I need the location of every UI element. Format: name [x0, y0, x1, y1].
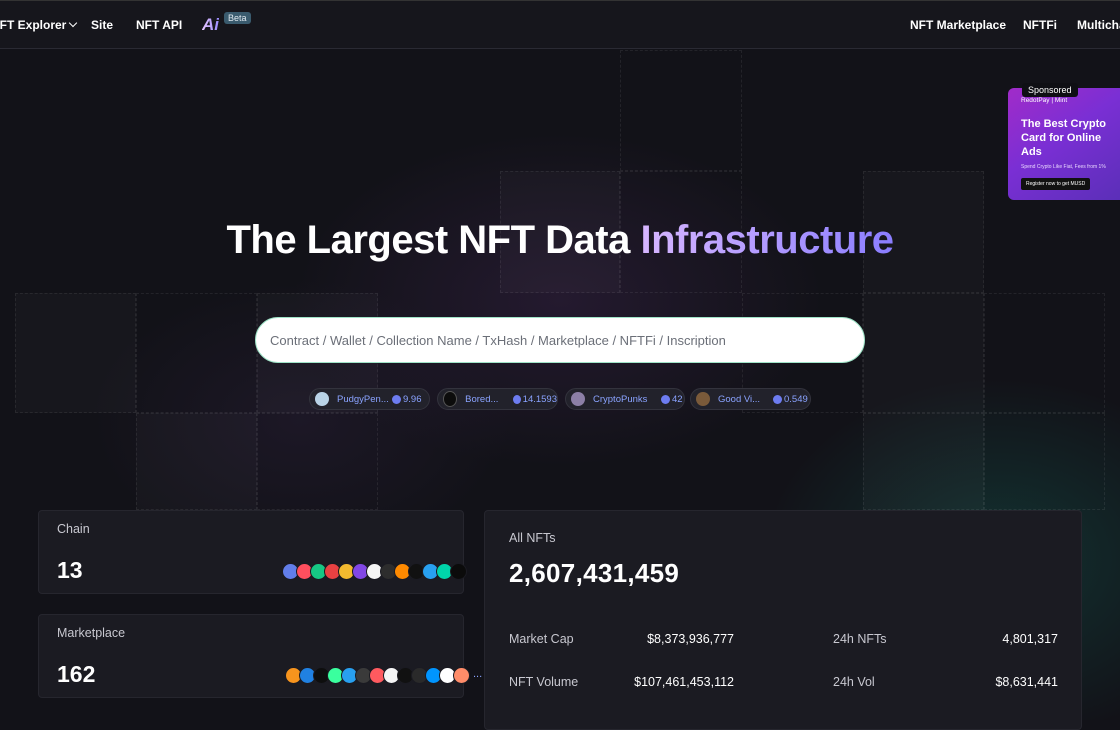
- collection-name: CryptoPunks: [593, 393, 648, 405]
- collection-avatar-icon: [571, 392, 585, 406]
- nft-volume-label: NFT Volume: [509, 675, 579, 689]
- logo-icon: [450, 563, 467, 580]
- vol-24h-label: 24h Vol: [833, 675, 875, 689]
- vol-24h-value: $8,631,441: [995, 675, 1058, 689]
- nav-nft-marketplace[interactable]: NFT Marketplace: [910, 18, 1006, 32]
- search-input[interactable]: [255, 317, 865, 363]
- collection-price: 42: [672, 393, 683, 405]
- nav-site[interactable]: Site: [91, 18, 113, 32]
- ad-subtitle: Spend Crypto Like Fiat, Fees from 1%: [1021, 164, 1106, 170]
- trending-chip[interactable]: Good Vi... 0.549: [690, 388, 811, 410]
- eth-icon: [512, 394, 521, 404]
- collection-price: 14.1593: [522, 393, 557, 405]
- top-navbar: NFT Explorer Site NFT API Ai Beta NFT Ma…: [0, 0, 1120, 49]
- marketplace-count: 162: [57, 661, 96, 687]
- ad-title: The Best Crypto Card for Online Ads: [1021, 118, 1106, 158]
- chain-label: Chain: [57, 522, 90, 536]
- nav-multichain[interactable]: Multichain: [1077, 18, 1120, 32]
- collection-price: 0.549: [784, 393, 808, 405]
- sponsored-label: Sponsored: [1022, 83, 1078, 97]
- hero-title: The Largest NFT Data Infrastructure: [0, 218, 1120, 263]
- logo-icon: [453, 667, 470, 684]
- ad-register-button[interactable]: Register now to get MUSD: [1021, 178, 1091, 190]
- all-nfts-label: All NFTs: [509, 531, 556, 545]
- marketplace-card[interactable]: Marketplace 162 ...: [38, 614, 482, 698]
- eth-icon: [773, 394, 782, 404]
- eth-icon: [661, 394, 670, 404]
- nfts-24h-label: 24h NFTs: [833, 632, 887, 646]
- chevron-down-icon: [69, 18, 78, 28]
- hero-title-highlight: Infrastructure: [640, 218, 894, 262]
- ad-brand: RedotPay | Mint: [1021, 97, 1068, 104]
- trending-chip[interactable]: CryptoPunks 42: [565, 388, 685, 410]
- nav-nftfi[interactable]: NFTFi: [1023, 18, 1057, 32]
- beta-badge: Beta: [224, 12, 251, 24]
- collection-price: 9.96: [403, 393, 422, 405]
- all-nfts-count: 2,607,431,459: [509, 558, 680, 588]
- collection-avatar-icon: [696, 392, 710, 406]
- market-cap-label: Market Cap: [509, 632, 574, 646]
- collection-name: Good Vi...: [718, 393, 761, 405]
- collection-avatar-icon: [315, 392, 329, 406]
- collection-name: PudgyPen...: [337, 393, 389, 405]
- chain-card[interactable]: Chain 13: [38, 510, 467, 594]
- market-cap-value: $8,373,936,777: [647, 632, 734, 646]
- collection-avatar-icon: [443, 391, 458, 407]
- trending-chip[interactable]: Bored... 14.1593: [437, 388, 558, 410]
- trending-chip[interactable]: PudgyPen... 9.96: [309, 388, 430, 410]
- ai-logo[interactable]: Ai: [202, 15, 219, 35]
- nft-volume-value: $107,461,453,112: [634, 675, 734, 689]
- sponsored-ad[interactable]: RedotPay | Mint The Best Crypto Card for…: [1008, 88, 1120, 200]
- collection-name: Bored...: [465, 393, 499, 405]
- nav-nft-api[interactable]: NFT API: [136, 18, 182, 32]
- all-nfts-card: All NFTs 2,607,431,459 Market Cap $8,373…: [484, 510, 1082, 730]
- marketplace-label: Marketplace: [57, 626, 126, 640]
- marketplace-icons: ...: [285, 667, 483, 684]
- nfts-24h-value: 4,801,317: [1002, 632, 1058, 646]
- chain-icons: [282, 563, 467, 580]
- eth-icon: [392, 394, 401, 404]
- chain-count: 13: [57, 557, 83, 583]
- more-indicator: ...: [473, 668, 483, 680]
- nav-nft-explorer[interactable]: NFT Explorer: [0, 18, 78, 32]
- hero-title-plain: The Largest NFT Data: [226, 218, 641, 262]
